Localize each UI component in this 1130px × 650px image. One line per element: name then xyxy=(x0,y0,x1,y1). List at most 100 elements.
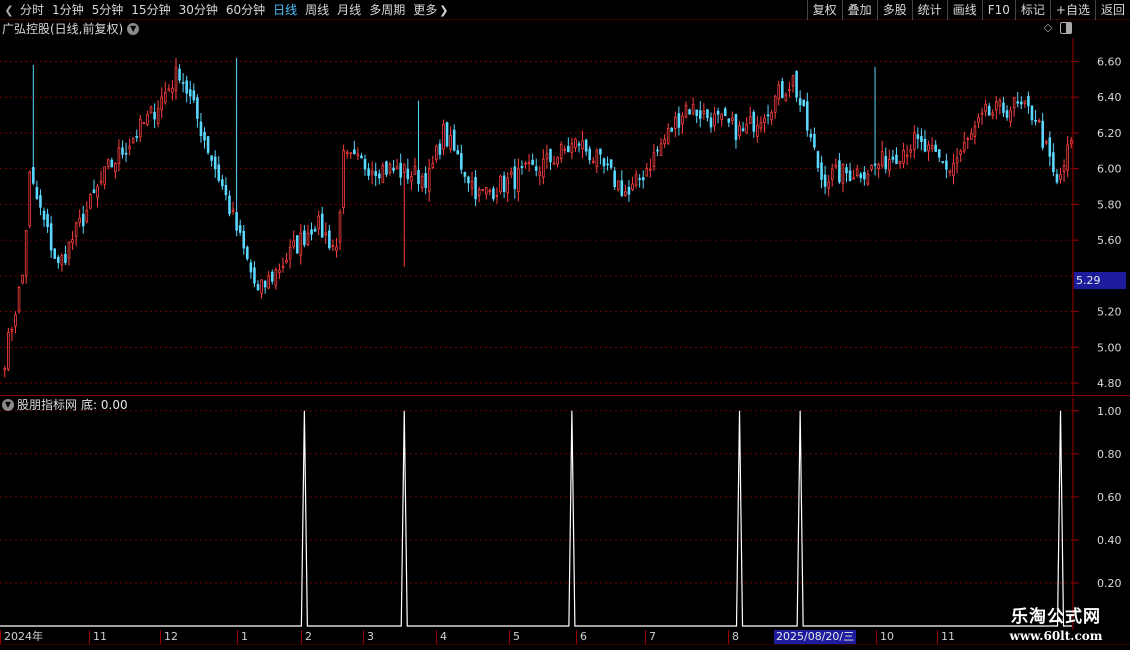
candle xyxy=(260,279,263,299)
candle-body xyxy=(235,212,238,231)
mark-button[interactable]: 标记 xyxy=(1014,0,1050,20)
candle xyxy=(1037,118,1041,124)
candle-body xyxy=(263,280,267,288)
candle xyxy=(149,105,153,114)
candle xyxy=(709,112,713,133)
candle xyxy=(381,162,385,184)
candle-body xyxy=(181,82,185,84)
candle xyxy=(788,81,791,98)
candlestick-chart[interactable]: 6.606.406.206.005.805.605.405.205.004.80 xyxy=(0,38,1130,396)
tab-daily[interactable]: 日线 xyxy=(269,0,301,20)
price-tick-label: 5.20 xyxy=(1097,306,1122,319)
tab-30min[interactable]: 30分钟 xyxy=(175,0,222,20)
multi-stock-button[interactable]: 多股 xyxy=(876,0,912,20)
candle xyxy=(627,179,631,202)
candle xyxy=(852,169,855,180)
candle xyxy=(377,169,381,185)
candle-body xyxy=(274,269,278,286)
candle xyxy=(520,160,524,175)
tab-fenshi[interactable]: 分时 xyxy=(16,0,48,20)
candle-body xyxy=(991,112,995,116)
candle xyxy=(328,224,331,251)
candle-body xyxy=(823,174,827,187)
window-toggle-icon[interactable] xyxy=(1060,22,1072,34)
watermark: 乐淘公式网 www.60lt.com xyxy=(982,606,1130,650)
f10-button[interactable]: F10 xyxy=(981,0,1015,20)
candle-body xyxy=(502,175,506,193)
candle-body xyxy=(353,149,356,155)
candle-body xyxy=(228,195,231,215)
candle xyxy=(217,156,221,183)
candle xyxy=(1048,131,1052,167)
candle xyxy=(385,160,388,177)
candle-body xyxy=(367,168,370,176)
candle-body xyxy=(1030,105,1034,121)
candle xyxy=(681,111,684,134)
candle-body xyxy=(467,176,470,184)
tab-1min[interactable]: 1分钟 xyxy=(48,0,88,20)
tab-15min[interactable]: 15分钟 xyxy=(127,0,174,20)
chevron-down-circle-icon[interactable]: ▼ xyxy=(127,23,140,35)
candle xyxy=(659,137,663,156)
candle-body xyxy=(977,117,980,123)
candle xyxy=(1059,167,1062,184)
candle xyxy=(959,149,962,163)
candle xyxy=(823,165,827,195)
candle xyxy=(1019,96,1023,109)
candle xyxy=(584,138,588,156)
candle-body xyxy=(973,125,977,137)
main-chart-title: 广弘控股(日线,前复权) ▼ xyxy=(2,21,140,37)
candle-body xyxy=(556,156,559,165)
overlay-button[interactable]: 叠加 xyxy=(841,0,877,20)
draw-line-button[interactable]: 画线 xyxy=(946,0,982,20)
tab-more[interactable]: 更多 ❯ xyxy=(409,0,452,20)
chevron-left-icon[interactable]: ❮ xyxy=(2,1,16,19)
candle xyxy=(877,162,880,178)
candle xyxy=(820,155,823,189)
candle-body xyxy=(645,168,649,177)
candle-body xyxy=(342,150,345,208)
candle xyxy=(114,162,117,179)
candle-body xyxy=(766,114,770,117)
candle-body xyxy=(827,181,830,189)
candle xyxy=(495,187,499,204)
candle xyxy=(1027,91,1030,114)
statistics-button[interactable]: 统计 xyxy=(911,0,947,20)
candle-body xyxy=(666,128,670,144)
candle-body xyxy=(253,267,256,284)
candle xyxy=(402,163,406,267)
candle-body xyxy=(613,170,616,187)
tab-multi-period[interactable]: 多周期 xyxy=(365,0,409,20)
candle-body xyxy=(156,108,160,125)
adjust-button[interactable]: 复权 xyxy=(806,0,842,20)
candle-body xyxy=(895,154,898,165)
add-watchlist-button[interactable]: +自选 xyxy=(1049,0,1095,20)
candle xyxy=(838,152,841,185)
candle-body xyxy=(670,127,674,132)
tab-weekly[interactable]: 周线 xyxy=(301,0,333,20)
candle xyxy=(527,153,531,172)
candle-body xyxy=(427,168,431,192)
candle-body xyxy=(959,150,962,155)
candle xyxy=(991,109,995,120)
candle xyxy=(242,225,246,255)
candle-body xyxy=(866,173,870,185)
candle xyxy=(1005,105,1009,121)
candle xyxy=(677,106,681,136)
indicator-axis-labels: 1.00 0.80 0.60 0.40 0.20 xyxy=(1073,405,1122,590)
candle xyxy=(777,80,781,106)
tab-monthly[interactable]: 月线 xyxy=(333,0,365,20)
indicator-chart[interactable]: 1.00 0.80 0.60 0.40 0.20 xyxy=(0,398,1130,630)
diamond-icon[interactable]: ◇ xyxy=(1042,22,1054,34)
return-button[interactable]: 返回 xyxy=(1094,0,1130,20)
tab-5min[interactable]: 5分钟 xyxy=(88,0,128,20)
tab-60min[interactable]: 60分钟 xyxy=(222,0,269,20)
candle xyxy=(139,114,142,143)
candle-body xyxy=(1059,174,1062,180)
candle-body xyxy=(720,113,723,120)
candle xyxy=(970,128,973,140)
candle-body xyxy=(845,167,848,174)
candle-body xyxy=(731,117,734,121)
candle-body xyxy=(328,230,331,249)
price-tick-label: 6.00 xyxy=(1097,163,1122,176)
